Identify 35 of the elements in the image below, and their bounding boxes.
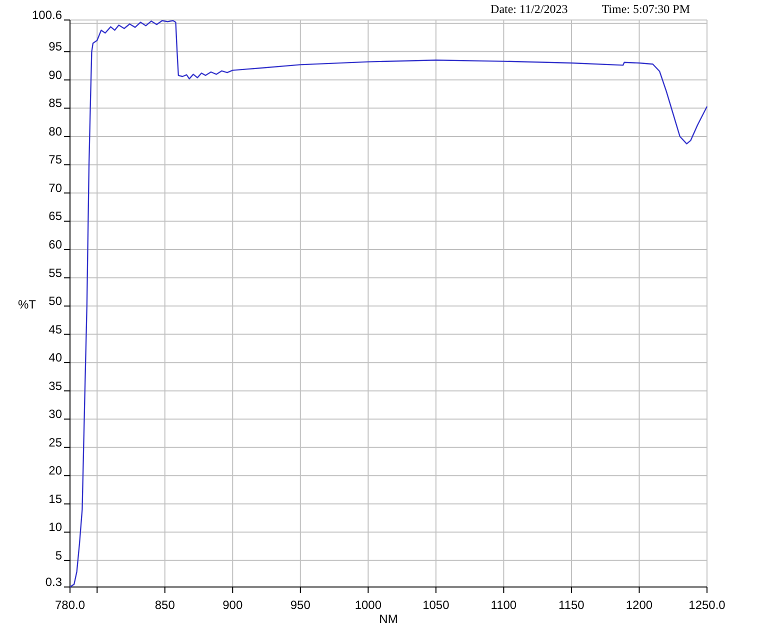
time-label: Time: 5:07:30 PM (602, 2, 690, 16)
x-tick-label: 1250.0 (688, 598, 726, 612)
y-tick-label: 45 (48, 322, 62, 336)
y-tick-label: 25 (48, 435, 62, 450)
y-tick-label: 55 (48, 266, 62, 280)
y-tick-label: 50 (48, 294, 62, 308)
y-tick-label: 0.3 (45, 575, 62, 589)
x-tick-label: 1000 (354, 598, 382, 612)
y-tick-label: 5 (55, 548, 62, 562)
x-axis-title: NM (379, 612, 398, 626)
x-tick-label: 950 (290, 598, 310, 612)
y-tick-label: 40 (48, 350, 62, 365)
y-tick-label: 20 (48, 464, 62, 478)
y-tick-label: 30 (48, 407, 62, 422)
y-tick-label: 80 (48, 124, 62, 138)
x-tick-label: 1050 (422, 598, 450, 612)
y-tick-label: 70 (48, 180, 62, 195)
y-tick-label: 15 (48, 492, 62, 506)
x-tick-label: 1100 (490, 598, 517, 612)
y-tick-label: 60 (48, 238, 62, 252)
y-tick-label: 85 (48, 96, 62, 110)
y-tick-label: 95 (48, 40, 62, 54)
y-tick-label: 90 (48, 68, 62, 82)
y-axis-title: %T (18, 298, 36, 312)
y-tick-label: 75 (48, 152, 62, 167)
y-tick-label: 10 (48, 520, 62, 534)
x-tick-label: 1200 (626, 598, 653, 612)
y-tick-label: 100.6 (32, 8, 62, 22)
y-tick-label: 65 (48, 209, 62, 224)
x-tick-label: 900 (222, 598, 243, 612)
y-tick-label: 35 (48, 378, 62, 393)
x-tick-label: 850 (154, 598, 175, 612)
date-label: Date: 11/2/2023 (490, 2, 568, 16)
x-tick-label: 780.0 (54, 598, 86, 612)
x-tick-label: 1150 (558, 598, 584, 612)
